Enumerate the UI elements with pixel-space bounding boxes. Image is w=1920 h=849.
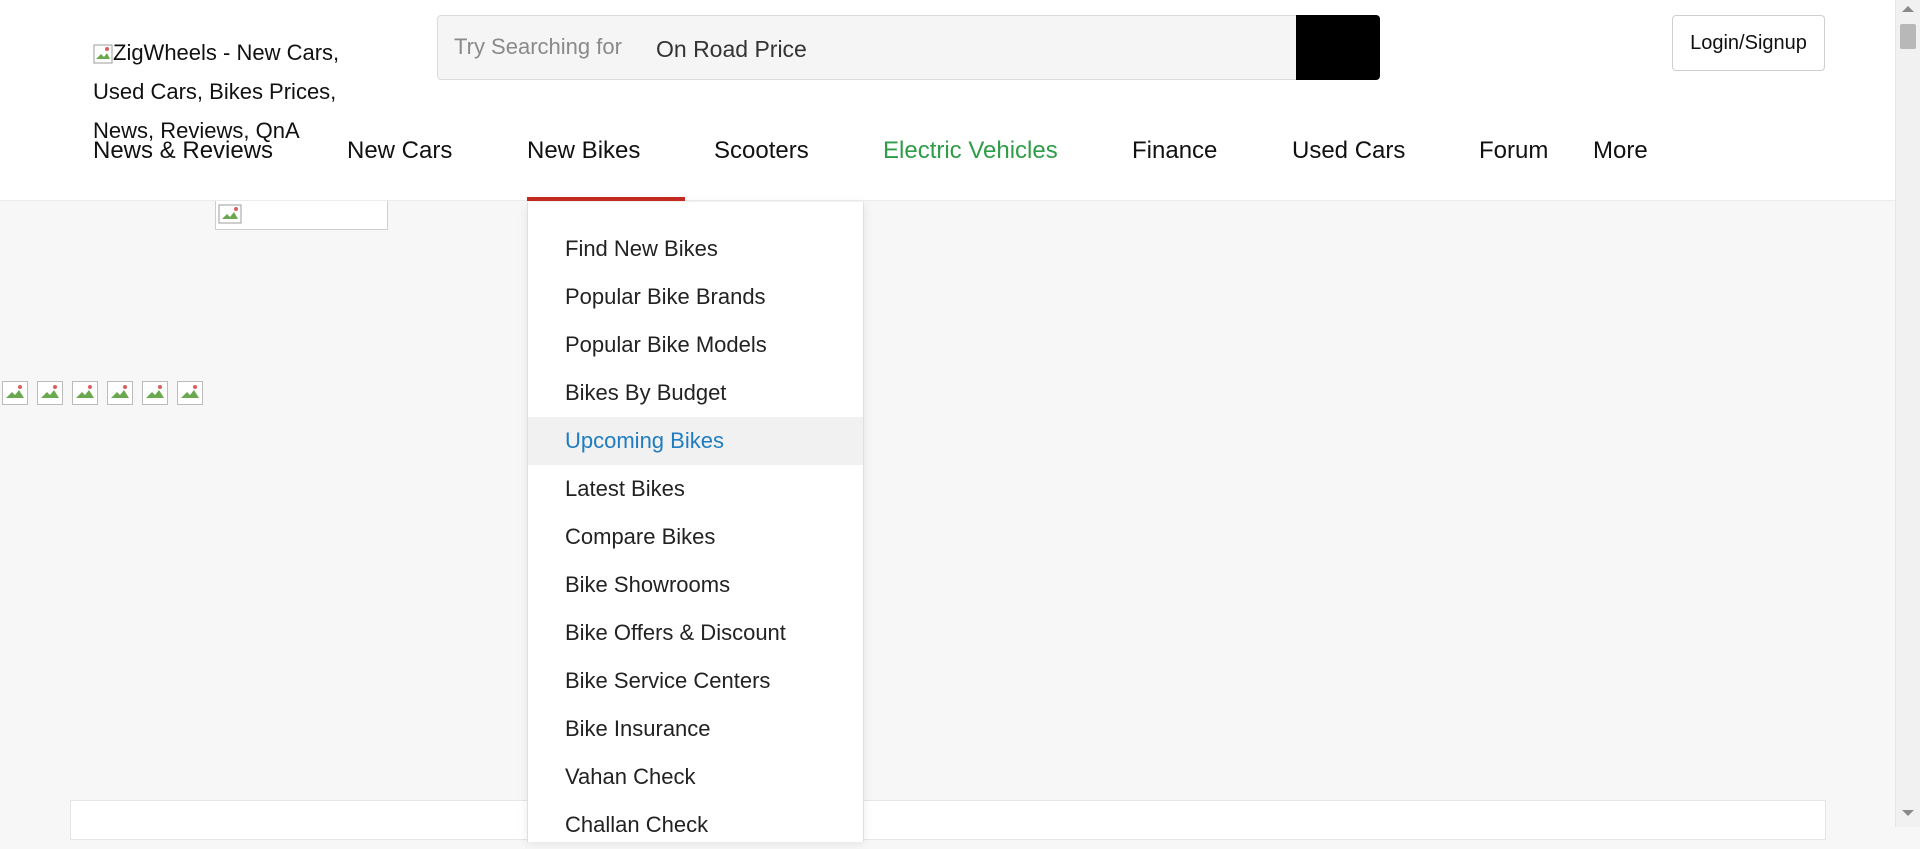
search-button[interactable] <box>1296 15 1380 80</box>
nav-new-bikes[interactable]: New Bikes <box>527 137 640 165</box>
dropdown-item-bike-insurance[interactable]: Bike Insurance <box>528 705 863 753</box>
scroll-down-icon[interactable] <box>1902 810 1914 816</box>
site-logo[interactable]: ZigWheels - New Cars, Used Cars, Bikes P… <box>93 33 393 150</box>
dropdown-item-find-new-bikes[interactable]: Find New Bikes <box>528 225 863 273</box>
dropdown-item-bike-service-centers[interactable]: Bike Service Centers <box>528 657 863 705</box>
scroll-up-icon[interactable] <box>1902 6 1914 12</box>
new-bikes-dropdown: Find New Bikes Popular Bike Brands Popul… <box>527 202 864 842</box>
logo-alt-text: ZigWheels - New Cars, Used Cars, Bikes P… <box>93 40 340 143</box>
nav-new-cars[interactable]: New Cars <box>347 137 452 165</box>
search-input[interactable]: On Road Price <box>656 36 807 63</box>
dropdown-item-vahan-check[interactable]: Vahan Check <box>528 753 863 801</box>
dropdown-item-popular-bike-brands[interactable]: Popular Bike Brands <box>528 273 863 321</box>
broken-image-icon <box>93 37 113 64</box>
nav-forum[interactable]: Forum <box>1479 137 1548 165</box>
dropdown-list: Find New Bikes Popular Bike Brands Popul… <box>528 202 863 849</box>
broken-image-icon[interactable] <box>142 381 168 405</box>
scroll-thumb[interactable] <box>1900 24 1916 49</box>
search-bar[interactable]: Try Searching for On Road Price <box>437 15 1380 80</box>
nav-electric-vehicles[interactable]: Electric Vehicles <box>883 137 1058 165</box>
vertical-scrollbar[interactable] <box>1895 0 1920 827</box>
dropdown-item-bike-offers-discount[interactable]: Bike Offers & Discount <box>528 609 863 657</box>
dropdown-item-compare-bikes[interactable]: Compare Bikes <box>528 513 863 561</box>
site-header: ZigWheels - New Cars, Used Cars, Bikes P… <box>0 0 1895 201</box>
dropdown-item-latest-bikes[interactable]: Latest Bikes <box>528 465 863 513</box>
broken-image-icon[interactable] <box>72 381 98 405</box>
nav-finance[interactable]: Finance <box>1132 137 1217 165</box>
nav-news-reviews[interactable]: News & Reviews <box>93 137 273 165</box>
dropdown-item-upcoming-bikes[interactable]: Upcoming Bikes <box>528 417 863 465</box>
broken-image-icon <box>218 204 242 224</box>
broken-image-icon[interactable] <box>107 381 133 405</box>
dropdown-item-challan-check[interactable]: Challan Check <box>528 801 863 849</box>
login-signup-button[interactable]: Login/Signup <box>1672 15 1825 71</box>
broken-image-icon[interactable] <box>2 381 28 405</box>
thumbnail-strip <box>2 381 203 405</box>
broken-image-icon[interactable] <box>177 381 203 405</box>
broken-image-icon[interactable] <box>37 381 63 405</box>
nav-more[interactable]: More <box>1593 137 1648 165</box>
content-card <box>70 800 1826 840</box>
dropdown-item-bike-showrooms[interactable]: Bike Showrooms <box>528 561 863 609</box>
active-nav-underline <box>527 197 685 201</box>
banner-image <box>215 201 388 230</box>
nav-scooters[interactable]: Scooters <box>714 137 809 165</box>
dropdown-item-bikes-by-budget[interactable]: Bikes By Budget <box>528 369 863 417</box>
search-hint: Try Searching for <box>454 34 622 59</box>
nav-used-cars[interactable]: Used Cars <box>1292 137 1405 165</box>
dropdown-item-popular-bike-models[interactable]: Popular Bike Models <box>528 321 863 369</box>
